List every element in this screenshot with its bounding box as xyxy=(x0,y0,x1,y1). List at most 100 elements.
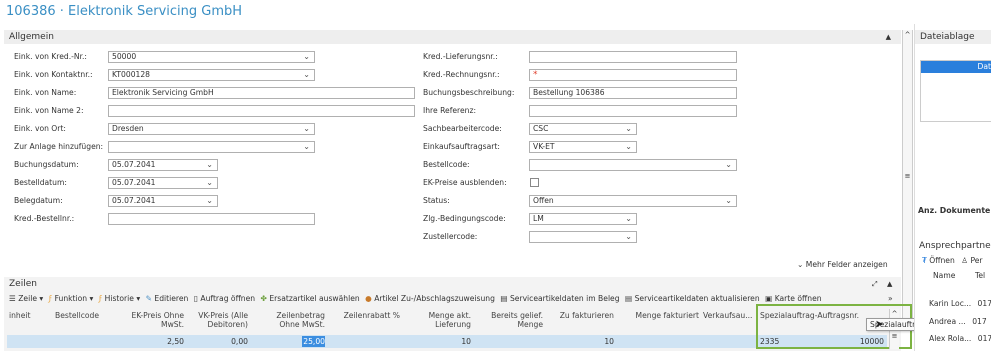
chevron-down-icon[interactable]: ⌄ xyxy=(625,124,632,134)
status-field[interactable]: Offen ⌄ xyxy=(529,195,737,207)
file-list-item[interactable]: Dat xyxy=(921,61,991,73)
city-field[interactable]: Dresden ⌄ xyxy=(108,123,315,135)
posting-date-field[interactable]: 05.07.2041 ⌄ xyxy=(108,159,218,171)
chevron-down-icon: ⌄ xyxy=(797,260,804,269)
section-header-general[interactable]: Allgemein ▲ xyxy=(4,30,901,44)
name-field[interactable]: Elektronik Servicing GmbH xyxy=(108,87,415,99)
purchase-order-type-field[interactable]: VK-ET ⌄ xyxy=(529,141,637,153)
purchaser-code-field[interactable]: CSC ⌄ xyxy=(529,123,637,135)
open-button[interactable]: ₮ Öffnen xyxy=(922,256,955,265)
cell-qty-to-receive[interactable]: 10 xyxy=(410,337,471,347)
label-vendor-no: Eink. von Kred.-Nr.: xyxy=(14,52,87,61)
toolbar-more-icon[interactable]: » xyxy=(888,294,893,303)
section-title: Allgemein xyxy=(9,32,54,42)
hide-prices-checkbox[interactable] xyxy=(530,178,539,187)
posting-description-field[interactable]: Bestellung 106386 xyxy=(529,87,737,99)
contacts-col-name[interactable]: Name xyxy=(933,271,955,280)
add-to-asset-field[interactable]: ⌄ xyxy=(108,141,315,153)
chevron-down-icon[interactable]: ⌄ xyxy=(303,70,310,80)
contact-no-field[interactable]: KT000128 ⌄ xyxy=(108,69,315,81)
order-code-field[interactable]: ⌄ xyxy=(529,159,737,171)
contact-row[interactable]: Andrea ... 017 xyxy=(929,317,987,326)
contact-row[interactable]: Karin Loc... 017 xyxy=(929,299,991,308)
substitute-icon: ✤ xyxy=(260,294,267,303)
scroll-up-icon[interactable]: ^ xyxy=(903,30,912,40)
vendor-order-no-field[interactable] xyxy=(108,213,315,225)
label-hide-prices: EK-Preise ausblenden: xyxy=(423,178,507,187)
chevron-down-icon[interactable]: ⌄ xyxy=(303,124,310,134)
chevron-down-icon[interactable]: ⌄ xyxy=(625,142,632,152)
chevron-down-icon[interactable]: ⌄ xyxy=(625,214,632,224)
vendor-invoice-no-field[interactable]: * xyxy=(529,69,737,81)
chevron-down-icon[interactable]: ⌄ xyxy=(206,160,213,170)
chevron-down-icon[interactable]: ⌄ xyxy=(206,196,213,206)
document-date-field[interactable]: 05.07.2041 ⌄ xyxy=(108,195,218,207)
vendor-shipment-no-field[interactable] xyxy=(529,51,737,63)
page-title: 106386 · Elektronik Servicing GmbH xyxy=(6,4,243,19)
label-shipping-agent: Zustellercode: xyxy=(423,232,478,241)
col-header-qty-to-receive[interactable]: Menge akt. Lieferung xyxy=(410,311,471,329)
order-date-field[interactable]: 05.07.2041 ⌄ xyxy=(108,177,218,189)
vendor-no-field[interactable]: 50000 ⌄ xyxy=(108,51,315,63)
label-order-date: Bestelldatum: xyxy=(14,178,67,187)
toolbar-item-service-data[interactable]: ▤ Serviceartikeldaten im Beleg xyxy=(500,293,619,305)
label-add-to-asset: Zur Anlage hinzufügen: xyxy=(14,142,104,151)
col-header-unit[interactable]: inheit xyxy=(9,311,31,320)
shipping-agent-field[interactable]: ⌄ xyxy=(529,231,637,243)
chevron-down-icon[interactable]: ⌄ xyxy=(303,142,310,152)
label-vendor-shipment-no: Kred.-Lieferungsnr.: xyxy=(423,52,498,61)
label-name: Eink. von Name: xyxy=(14,88,77,97)
cell-purchase-price[interactable]: 2,50 xyxy=(115,337,184,347)
your-reference-field[interactable] xyxy=(529,105,737,117)
show-more-fields-link[interactable]: ⌄ Mehr Felder anzeigen xyxy=(797,260,888,269)
col-header-qty-to-invoice[interactable]: Zu fakturieren xyxy=(551,311,614,320)
history-icon: ϝ xyxy=(98,294,103,303)
col-header-qty-received[interactable]: Bereits gelief. Menge xyxy=(478,311,543,329)
toolbar-item-substitute[interactable]: ✤ Ersatzartikel auswählen xyxy=(261,293,360,305)
chevron-down-icon[interactable]: ⌄ xyxy=(725,160,732,170)
toolbar-item-history[interactable]: ϝ Historie ▾ xyxy=(99,293,140,305)
edit-icon: ✎ xyxy=(145,294,152,303)
col-header-sales-order[interactable]: Verkaufsau... xyxy=(703,311,752,320)
label-order-code: Bestellcode: xyxy=(423,160,470,169)
label-payment-terms: Zlg.-Bedingungscode: xyxy=(423,214,506,223)
toolbar-item-edit[interactable]: ✎ Editieren xyxy=(146,293,189,305)
toolbar-item-line[interactable]: ☰ Zeile ▾ xyxy=(9,293,43,305)
mouse-cursor-icon: ➤ xyxy=(875,319,884,330)
chevron-down-icon[interactable]: ⌄ xyxy=(206,178,213,188)
label-your-reference: Ihre Referenz: xyxy=(423,106,477,115)
contacts-col-tel[interactable]: Tel xyxy=(975,271,985,280)
grip-icon[interactable]: ≡ xyxy=(890,331,899,341)
col-header-order-code[interactable]: Bestellcode xyxy=(55,311,99,320)
grid-icon: ☰ xyxy=(9,294,16,303)
expand-icon[interactable]: ⤢ xyxy=(872,280,878,289)
label-posting-date: Buchungsdatum: xyxy=(14,160,79,169)
col-header-line-discount[interactable]: Zeilenrabatt % xyxy=(333,311,400,320)
cell-line-amount[interactable]: 25,00 xyxy=(259,337,325,347)
collapse-up-icon[interactable]: ▲ xyxy=(886,30,891,44)
col-header-purchase-price[interactable]: EK-Preis Ohne MwSt. xyxy=(115,311,184,329)
contacts-toolbar: ₮ Öffnen ♙ Per xyxy=(922,256,983,265)
cell-sales-price[interactable]: 0,00 xyxy=(190,337,248,347)
payment-terms-field[interactable]: LM ⌄ xyxy=(529,213,637,225)
lines-title: Zeilen xyxy=(9,279,37,289)
col-header-qty-invoiced[interactable]: Menge fakturiert xyxy=(620,311,699,320)
chevron-down-icon[interactable]: ⌄ xyxy=(303,52,310,62)
chevron-down-icon[interactable]: ⌄ xyxy=(725,196,732,206)
toolbar-item-charge-assignment[interactable]: ● Artikel Zu-/Abschlagszuweisung xyxy=(365,293,495,305)
page-scrollbar[interactable]: ^ ≡ xyxy=(902,30,913,330)
toolbar-item-update-service-data[interactable]: ▤ Serviceartikeldaten aktualisieren xyxy=(625,293,760,305)
name2-field[interactable] xyxy=(108,105,415,117)
col-header-sales-price[interactable]: VK-Preis (Alle Debitoren) xyxy=(190,311,248,329)
contact-row[interactable]: Alex Rola... 017 xyxy=(929,334,991,343)
toolbar-item-open-order[interactable]: ▯ Auftrag öffnen xyxy=(194,293,255,305)
col-header-line-amount[interactable]: Zeilenbetrag Ohne MwSt. xyxy=(259,311,325,329)
cell-qty-to-invoice[interactable]: 10 xyxy=(551,337,614,347)
person-button[interactable]: ♙ Per xyxy=(961,256,982,265)
collapse-up-icon[interactable]: ▲ xyxy=(887,280,892,288)
chevron-down-icon[interactable]: ⌄ xyxy=(625,232,632,242)
grip-icon[interactable]: ≡ xyxy=(903,172,912,180)
factbox-file-header[interactable]: Dateiablage xyxy=(915,30,991,44)
toolbar-item-function[interactable]: ϝ Funktion ▾ xyxy=(49,293,94,305)
label-document-date: Belegdatum: xyxy=(14,196,63,205)
